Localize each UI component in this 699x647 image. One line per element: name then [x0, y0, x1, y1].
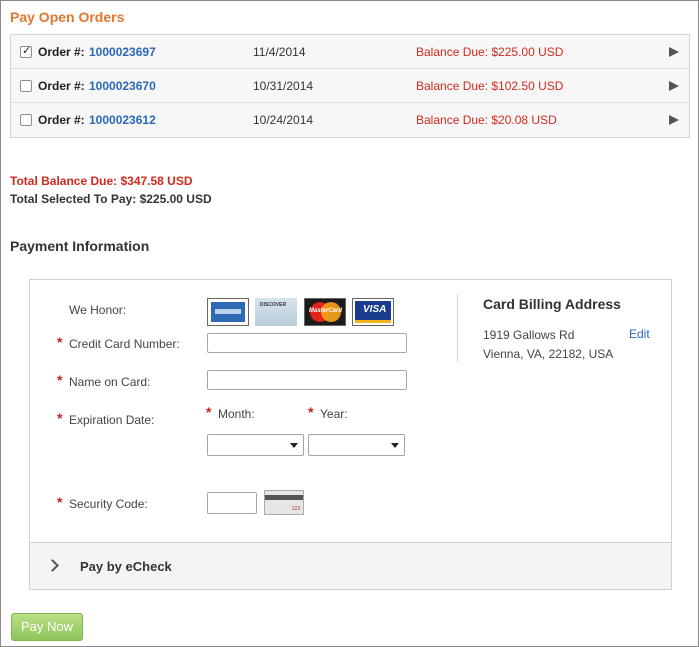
billing-address-title: Card Billing Address — [483, 296, 621, 312]
order-row[interactable]: Order #: 1000023612 10/24/2014 Balance D… — [11, 103, 689, 137]
security-code-label: Security Code: — [69, 497, 148, 511]
security-code-input[interactable] — [207, 492, 257, 514]
chevron-down-icon — [290, 443, 298, 448]
order-checkbox[interactable]: ✓ — [20, 45, 32, 58]
month-label: Month: — [218, 407, 255, 421]
expand-arrow-icon[interactable] — [669, 115, 679, 125]
visa-card-icon: VISA — [352, 298, 394, 326]
expiration-label: Expiration Date: — [69, 413, 155, 427]
order-label: Order #: — [38, 79, 85, 93]
name-on-card-input[interactable] — [207, 370, 407, 390]
year-select[interactable] — [308, 434, 405, 456]
cc-number-input[interactable] — [207, 333, 407, 353]
order-balance: Balance Due: $102.50 USD — [416, 79, 564, 93]
required-mark: * — [206, 404, 212, 420]
pay-by-echeck-toggle[interactable]: Pay by eCheck — [30, 542, 671, 589]
month-select[interactable] — [207, 434, 304, 456]
order-date: 10/24/2014 — [253, 113, 314, 127]
required-mark: * — [57, 334, 63, 350]
order-date: 11/4/2014 — [253, 45, 306, 59]
order-balance: Balance Due: $225.00 USD — [416, 45, 564, 59]
mastercard-card-icon: MasterCard — [304, 298, 346, 326]
required-mark: * — [57, 410, 63, 426]
name-on-card-label: Name on Card: — [69, 375, 151, 389]
order-row[interactable]: Order #: 1000023670 10/31/2014 Balance D… — [11, 69, 689, 103]
order-checkbox[interactable] — [20, 80, 32, 92]
order-label: Order #: — [38, 113, 85, 127]
order-row[interactable]: ✓ Order #: 1000023697 11/4/2014 Balance … — [11, 35, 689, 69]
order-date: 10/31/2014 — [253, 79, 314, 93]
expand-arrow-icon[interactable] — [669, 47, 679, 57]
pay-by-echeck-label: Pay by eCheck — [80, 559, 172, 574]
chevron-right-icon — [46, 559, 59, 572]
total-selected: Total Selected To Pay: $225.00 USD — [10, 192, 212, 206]
year-label: Year: — [320, 407, 348, 421]
order-label: Order #: — [38, 45, 85, 59]
order-number-link[interactable]: 1000023697 — [89, 45, 156, 59]
american-express-card-icon — [207, 298, 249, 326]
order-checkbox[interactable] — [20, 114, 32, 126]
required-mark: * — [308, 404, 314, 420]
edit-billing-link[interactable]: Edit — [629, 327, 650, 341]
payment-info-title: Payment Information — [10, 238, 150, 254]
page-frame: Pay Open Orders ✓ Order #: 1000023697 11… — [0, 0, 699, 647]
page-title: Pay Open Orders — [10, 9, 125, 25]
billing-address-line2: Vienna, VA, 22182, USA — [483, 347, 614, 361]
cc-number-label: Credit Card Number: — [69, 337, 180, 351]
required-mark: * — [57, 494, 63, 510]
order-number-link[interactable]: 1000023670 — [89, 79, 156, 93]
pay-now-button[interactable]: Pay Now — [11, 613, 83, 641]
payment-panel: We Honor: DISCOVER MasterCard VISA * Cre… — [29, 279, 672, 590]
security-code-card-icon: 123 — [264, 490, 304, 515]
checkmark-icon: ✓ — [22, 45, 32, 57]
orders-list: ✓ Order #: 1000023697 11/4/2014 Balance … — [10, 34, 690, 138]
discover-card-icon: DISCOVER — [255, 298, 297, 326]
expand-arrow-icon[interactable] — [669, 81, 679, 91]
order-number-link[interactable]: 1000023612 — [89, 113, 156, 127]
order-balance: Balance Due: $20.08 USD — [416, 113, 557, 127]
billing-address-line1: 1919 Gallows Rd — [483, 328, 575, 342]
required-mark: * — [57, 372, 63, 388]
total-balance-due: Total Balance Due: $347.58 USD — [10, 174, 193, 188]
divider — [457, 294, 458, 362]
we-honor-label: We Honor: — [69, 303, 127, 317]
chevron-down-icon — [391, 443, 399, 448]
